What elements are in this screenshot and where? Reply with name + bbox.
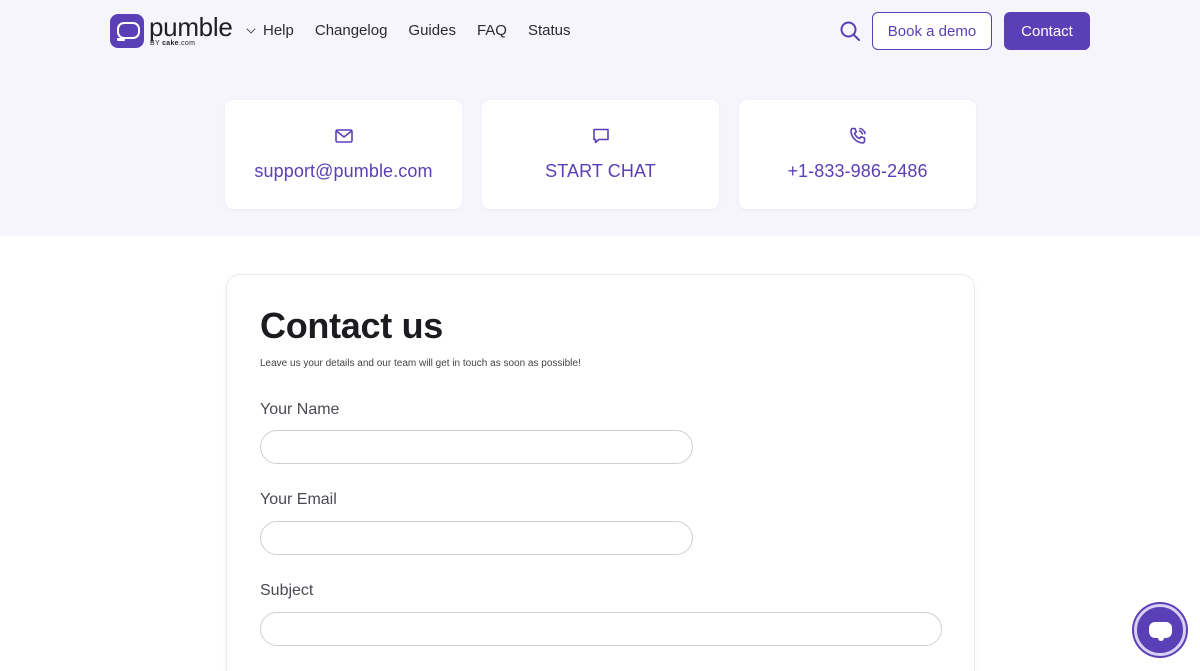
email-label: Your Email xyxy=(260,491,337,508)
logo-byline: BY cake.com xyxy=(150,40,196,47)
nav-guides[interactable]: Guides xyxy=(408,21,456,41)
form-title: Contact us xyxy=(260,305,444,346)
contact-button[interactable]: Contact xyxy=(1004,12,1090,50)
logo-text: pumble BY cake.com xyxy=(149,12,233,48)
chevron-down-icon[interactable] xyxy=(246,24,256,34)
chat-icon xyxy=(591,126,611,146)
search-icon[interactable] xyxy=(838,19,862,43)
form-subtitle: Leave us your details and our team will … xyxy=(260,358,581,369)
nav-changelog[interactable]: Changelog xyxy=(315,21,388,41)
chat-card[interactable]: START CHAT xyxy=(482,100,719,209)
chat-bubble-icon xyxy=(1149,622,1172,641)
book-demo-button[interactable]: Book a demo xyxy=(872,12,992,50)
phone-card[interactable]: +1-833-986-2486 xyxy=(739,100,976,209)
name-label: Your Name xyxy=(260,401,340,418)
chat-widget-button[interactable] xyxy=(1134,604,1186,656)
site-header: pumble BY cake.com Help Changelog Guides… xyxy=(0,0,1200,62)
contact-form: Contact us Leave us your details and our… xyxy=(226,274,975,671)
mail-icon xyxy=(334,126,354,146)
start-chat-link[interactable]: START CHAT xyxy=(545,161,656,182)
email-link[interactable]: support@pumble.com xyxy=(254,161,432,182)
pumble-logo[interactable]: pumble BY cake.com xyxy=(110,12,233,48)
phone-icon xyxy=(848,126,868,146)
email-field[interactable] xyxy=(260,521,693,555)
logo-word: pumble xyxy=(149,12,233,42)
email-card[interactable]: support@pumble.com xyxy=(225,100,462,209)
nav-help[interactable]: Help xyxy=(263,21,294,41)
main-nav: Help Changelog Guides FAQ Status xyxy=(263,21,571,41)
phone-link[interactable]: +1-833-986-2486 xyxy=(787,161,927,182)
subject-label: Subject xyxy=(260,582,314,599)
name-field[interactable] xyxy=(260,430,693,464)
nav-status[interactable]: Status xyxy=(528,21,571,41)
pumble-logo-mark xyxy=(110,14,144,48)
nav-faq[interactable]: FAQ xyxy=(477,21,507,41)
subject-field[interactable] xyxy=(260,612,942,646)
